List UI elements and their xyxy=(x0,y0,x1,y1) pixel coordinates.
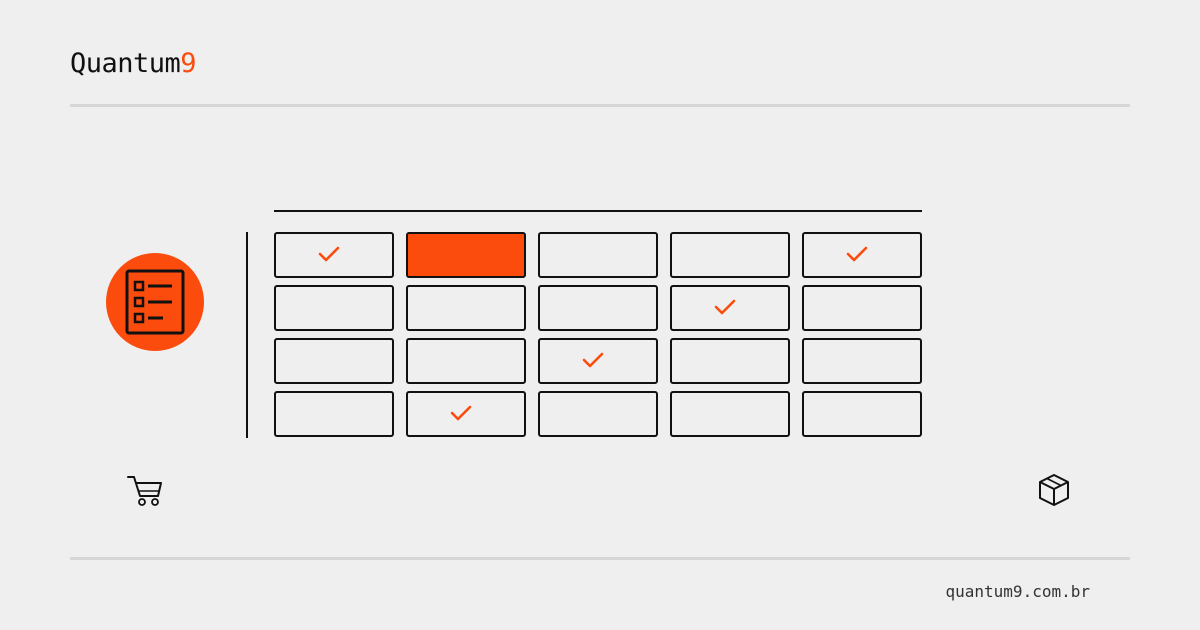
grid-cell-checked xyxy=(274,232,394,278)
bottom-divider xyxy=(70,557,1130,560)
grid-cell xyxy=(406,338,526,384)
grid-cell xyxy=(274,391,394,437)
checklist-badge xyxy=(106,253,204,351)
check-icon xyxy=(846,246,868,262)
check-icon xyxy=(582,352,604,368)
grid-cell xyxy=(538,285,658,331)
selection-grid xyxy=(274,232,922,438)
grid-cell xyxy=(802,285,922,331)
check-icon xyxy=(450,405,472,421)
grid-cell-checked xyxy=(538,338,658,384)
brand-name: Quantum xyxy=(70,48,181,79)
check-icon xyxy=(714,299,736,315)
grid-top-line xyxy=(274,210,922,212)
package-icon xyxy=(1039,474,1069,506)
cart-icon xyxy=(127,476,162,506)
checklist-icon xyxy=(125,269,185,335)
grid-cell-highlighted xyxy=(406,232,526,278)
grid-cell xyxy=(670,232,790,278)
footer-url: quantum9.com.br xyxy=(945,582,1091,601)
grid-cell xyxy=(802,391,922,437)
check-icon xyxy=(318,246,340,262)
top-divider xyxy=(70,104,1130,107)
grid-cell xyxy=(670,338,790,384)
grid-cell xyxy=(274,285,394,331)
grid-cell xyxy=(406,285,526,331)
brand-logo: Quantum9 xyxy=(70,48,197,79)
grid-cell xyxy=(274,338,394,384)
grid-cell-checked xyxy=(406,391,526,437)
grid-cell xyxy=(670,391,790,437)
grid-left-axis xyxy=(246,232,248,438)
grid-cell xyxy=(802,338,922,384)
grid-cell-checked xyxy=(802,232,922,278)
grid-cell xyxy=(538,232,658,278)
grid-cell xyxy=(538,391,658,437)
grid-cell-checked xyxy=(670,285,790,331)
brand-accent: 9 xyxy=(180,48,197,79)
